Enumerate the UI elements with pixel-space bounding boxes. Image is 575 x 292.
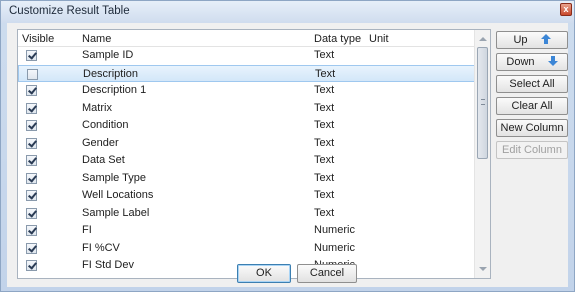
- title-bar: Customize Result Table x: [1, 1, 574, 23]
- data-type-cell: Text: [315, 67, 336, 80]
- data-type-cell: Text: [314, 154, 335, 166]
- table-row[interactable]: Sample Type Text: [18, 170, 475, 188]
- table-row[interactable]: Well Locations Text: [18, 187, 475, 205]
- visible-checkbox[interactable]: [26, 137, 37, 149]
- up-button-label: Up: [513, 34, 528, 46]
- visible-checkbox[interactable]: [26, 260, 37, 271]
- visible-checkbox[interactable]: [26, 50, 37, 61]
- arrow-down-icon: [547, 56, 558, 66]
- header-unit[interactable]: Unit: [369, 33, 389, 45]
- column-name-cell: Well Locations: [82, 189, 154, 201]
- data-type-cell: Numeric: [314, 224, 355, 236]
- data-type-cell: Text: [314, 101, 335, 114]
- visible-checkbox[interactable]: [26, 120, 37, 131]
- table-row[interactable]: FI %CV Numeric: [18, 240, 475, 258]
- clear-all-button[interactable]: Clear All: [496, 97, 568, 115]
- column-name-cell: Description: [83, 67, 139, 80]
- header-visible[interactable]: Visible: [22, 33, 54, 45]
- data-type-cell: Text: [314, 136, 335, 149]
- visible-checkbox[interactable]: [26, 155, 37, 166]
- table-row[interactable]: Description 1 Text: [18, 82, 475, 100]
- ok-button[interactable]: OK: [237, 264, 291, 283]
- column-name-cell: Description 1: [82, 84, 147, 96]
- visible-checkbox[interactable]: [26, 190, 37, 201]
- table-row[interactable]: Data Set Text: [18, 152, 475, 170]
- up-button[interactable]: Up: [496, 31, 568, 49]
- visible-checkbox[interactable]: [26, 85, 37, 96]
- visible-checkbox[interactable]: [26, 207, 37, 219]
- visible-checkbox[interactable]: [26, 225, 37, 236]
- down-button[interactable]: Down: [496, 53, 568, 71]
- table-row[interactable]: Condition Text: [18, 117, 475, 135]
- grid-header: Visible Name Data type Unit: [18, 30, 475, 47]
- grid-rows: Sample ID Text Description Text Description …: [18, 47, 475, 279]
- vertical-scrollbar[interactable]: [474, 30, 490, 278]
- scroll-up-arrow-icon[interactable]: [479, 37, 487, 41]
- column-name-cell: Sample ID: [82, 49, 134, 61]
- header-name[interactable]: Name: [82, 33, 111, 45]
- data-type-cell: Text: [314, 189, 335, 201]
- select-all-button[interactable]: Select All: [496, 75, 568, 93]
- data-type-cell: Text: [314, 171, 335, 184]
- column-name-cell: FI %CV: [82, 241, 120, 254]
- table-row[interactable]: Matrix Text: [18, 100, 475, 118]
- column-name-cell: FI Std Dev: [82, 259, 134, 271]
- data-type-cell: Text: [314, 206, 335, 219]
- close-icon: x: [563, 4, 569, 14]
- visible-checkbox[interactable]: [26, 277, 37, 278]
- data-type-cell: Text: [314, 84, 335, 96]
- table-row[interactable]: Sample ID Text: [18, 47, 475, 65]
- close-button[interactable]: x: [560, 3, 572, 16]
- visible-checkbox[interactable]: [26, 172, 37, 184]
- data-type-cell: Text: [314, 49, 335, 61]
- arrow-up-icon: [540, 34, 551, 44]
- scroll-down-arrow-icon[interactable]: [479, 267, 487, 271]
- columns-grid: Visible Name Data type Unit Sample ID Tex…: [17, 29, 491, 279]
- new-column-button[interactable]: New Column: [496, 119, 568, 137]
- data-type-cell: Text: [314, 119, 335, 131]
- edit-column-button[interactable]: Edit Column: [496, 141, 568, 159]
- scrollbar-grip-icon: [481, 99, 485, 105]
- column-name-cell: Gender: [82, 136, 119, 149]
- table-row[interactable]: Sample Label Text: [18, 205, 475, 223]
- column-name-cell: Obs Conc: [82, 277, 131, 279]
- data-type-cell: Numeric: [314, 241, 355, 254]
- visible-checkbox[interactable]: [26, 102, 37, 114]
- column-name-cell: Data Set: [82, 154, 125, 166]
- header-data-type[interactable]: Data type: [314, 33, 361, 45]
- column-name-cell: Sample Label: [82, 206, 150, 219]
- column-name-cell: Matrix: [82, 101, 112, 114]
- cancel-button[interactable]: Cancel: [297, 264, 357, 283]
- customize-result-table-dialog: Customize Result Table x Visible Name Da…: [0, 0, 575, 292]
- window-title: Customize Result Table: [9, 5, 130, 17]
- column-name-cell: Sample Type: [82, 171, 147, 184]
- dialog-content: Visible Name Data type Unit Sample ID Tex…: [7, 23, 568, 287]
- table-row[interactable]: FI Numeric: [18, 222, 475, 240]
- column-name-cell: Condition: [82, 119, 129, 131]
- table-row[interactable]: Description Text: [18, 64, 475, 82]
- column-name-cell: FI: [82, 224, 92, 236]
- visible-checkbox[interactable]: [26, 242, 37, 254]
- down-button-label: Down: [506, 56, 535, 68]
- table-row[interactable]: Gender Text: [18, 135, 475, 153]
- visible-checkbox[interactable]: [27, 68, 38, 80]
- scrollbar-thumb[interactable]: [477, 47, 488, 159]
